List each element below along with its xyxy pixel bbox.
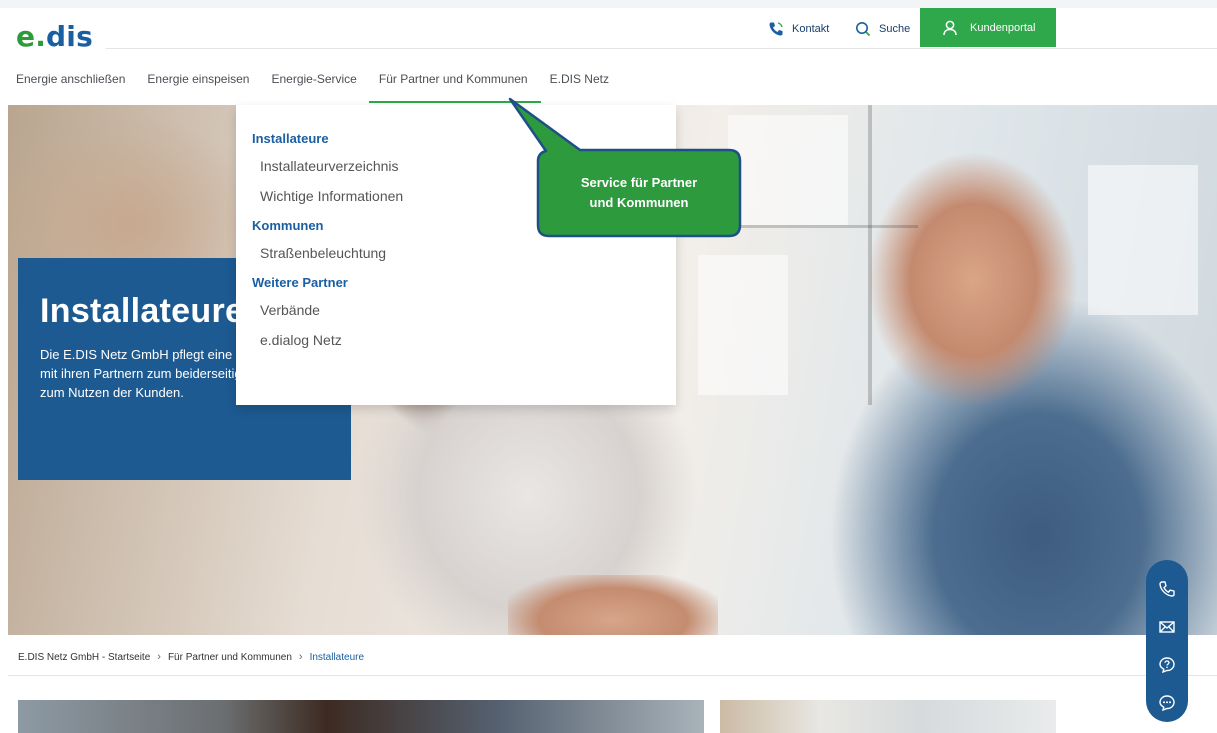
dropdown-item-edialog-netz[interactable]: e.dialog Netz (260, 332, 676, 348)
main-navigation: Energie anschließen Energie einspeisen E… (16, 72, 631, 86)
logo-prefix: e. (16, 20, 47, 53)
mail-icon (1159, 621, 1175, 633)
sidebar-mail-button[interactable] (1146, 608, 1188, 646)
portal-label: Kundenportal (970, 21, 1036, 34)
logo-name: dis (46, 20, 93, 53)
callout-line-1: Service für Partner (580, 175, 698, 190)
nav-item-edis-netz[interactable]: E.DIS Netz (550, 72, 609, 86)
sidebar-help-button[interactable] (1146, 646, 1188, 684)
hero-window-frame (868, 105, 872, 405)
breadcrumb-partner[interactable]: Für Partner und Kommunen (168, 652, 292, 663)
callout-line-2: und Kommunen (589, 195, 689, 210)
teaser-card-image[interactable] (18, 700, 704, 733)
phone-icon (769, 21, 783, 35)
chevron-right-icon: › (298, 651, 303, 663)
customer-portal-button[interactable]: Kundenportal (920, 8, 1056, 47)
help-icon (1159, 657, 1175, 674)
search-link[interactable]: Suche (855, 10, 910, 47)
search-label: Suche (879, 22, 911, 35)
sidebar-phone-button[interactable] (1146, 570, 1188, 608)
dropdown-heading-weitere-partner[interactable]: Weitere Partner (252, 275, 676, 290)
contact-label: Kontakt (792, 22, 830, 35)
chevron-right-icon: › (157, 651, 161, 663)
contact-link[interactable]: Kontakt (768, 10, 829, 47)
hero-handshake (508, 575, 718, 635)
breadcrumb-home[interactable]: E.DIS Netz GmbH - Startseite (18, 652, 150, 663)
phone-icon (1159, 581, 1175, 597)
teaser-card-image[interactable] (720, 700, 1056, 733)
nav-item-energie-einspeisen[interactable]: Energie einspeisen (147, 72, 249, 86)
header-divider (106, 48, 1217, 49)
dropdown-item-verbaende[interactable]: Verbände (260, 302, 676, 318)
user-icon (943, 20, 957, 35)
contact-sidebar (1146, 560, 1188, 722)
chat-icon (1159, 695, 1175, 712)
top-strip (0, 0, 1217, 8)
callout-text: Service für Partner und Kommunen (538, 150, 740, 236)
nav-item-energie-anschliessen[interactable]: Energie anschließen (16, 72, 125, 86)
hero-window-pane (698, 255, 788, 395)
dropdown-section-weitere-partner: Weitere Partner Verbände e.dialog Netz (252, 275, 676, 348)
breadcrumb-current: Installateure (309, 651, 365, 663)
nav-item-partner-kommunen[interactable]: Für Partner und Kommunen (379, 72, 528, 86)
search-icon (856, 21, 871, 36)
sidebar-chat-button[interactable] (1146, 684, 1188, 722)
page: e.dis Kontakt Suche Kundenportal Energie… (0, 0, 1217, 733)
nav-item-energie-service[interactable]: Energie-Service (271, 72, 356, 86)
dropdown-item-strassenbeleuchtung[interactable]: Straßenbeleuchtung (260, 245, 676, 261)
breadcrumb: E.DIS Netz GmbH - Startseite › Für Partn… (18, 651, 364, 663)
breadcrumb-divider (8, 675, 1217, 676)
hero-window-pane (1088, 165, 1198, 315)
logo[interactable]: e.dis (16, 20, 93, 53)
